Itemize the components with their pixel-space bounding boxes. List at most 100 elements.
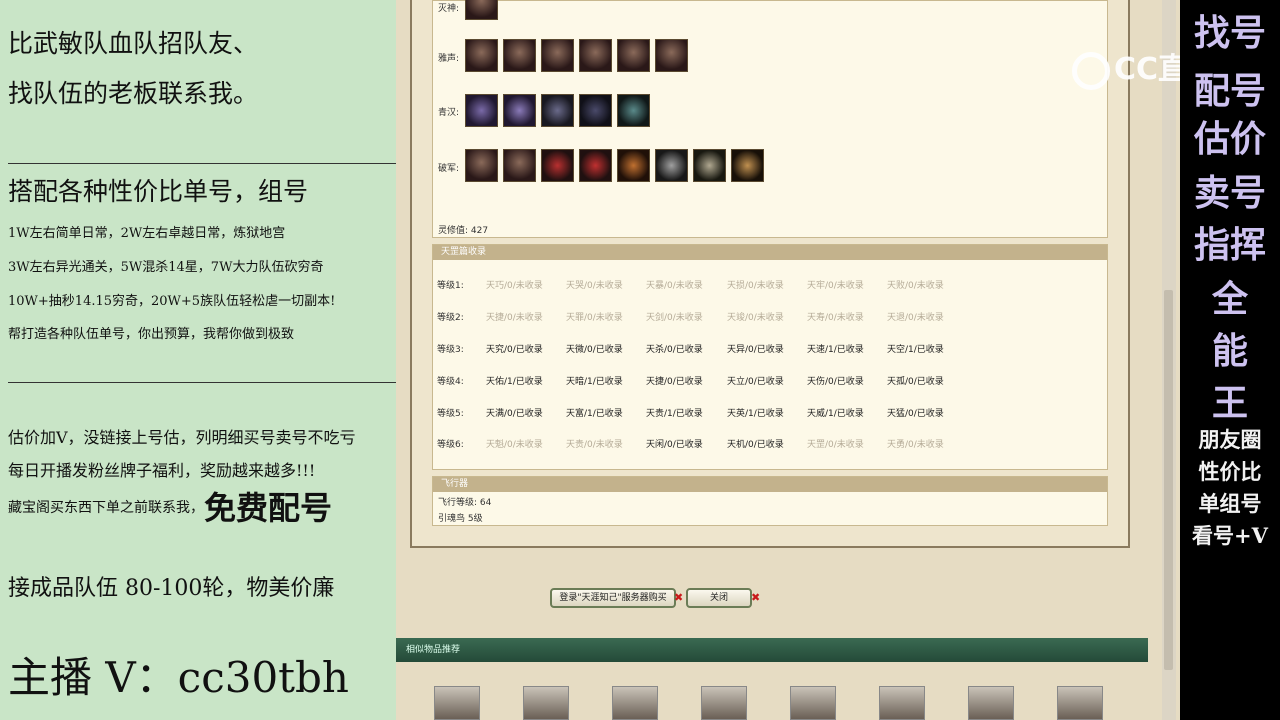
similar-item-thumb[interactable] bbox=[701, 686, 747, 720]
promo-word: 卖号 bbox=[1193, 172, 1266, 214]
row-label: 雅声: bbox=[438, 54, 460, 64]
tiangang-entry: 天闲/0/已收录 bbox=[646, 440, 703, 450]
row-label: 灭神: bbox=[438, 4, 460, 14]
close-button[interactable]: 关闭 bbox=[686, 588, 752, 608]
vertical-scrollbar[interactable] bbox=[1162, 0, 1176, 720]
equipment-slot[interactable] bbox=[617, 39, 650, 72]
tiangang-entry: 天寿/0/未收录 bbox=[807, 313, 864, 323]
tiangang-entry: 天牢/0/未收录 bbox=[807, 281, 864, 291]
similar-item-thumb[interactable] bbox=[790, 686, 836, 720]
equipment-slot[interactable] bbox=[579, 94, 612, 127]
promo-line: 藏宝阁买东西下单之前联系我，免费配号 bbox=[8, 490, 332, 526]
free-pairing-text: 免费配号 bbox=[204, 489, 333, 527]
tiangang-box: 天罡篇收录 等级1: 天巧/0/未收录 天哭/0/未收录 天暴/0/未收录 天损/0/未… bbox=[432, 244, 1108, 470]
similar-item-thumb[interactable] bbox=[612, 686, 658, 720]
tiangang-level-label: 等级1: bbox=[437, 281, 464, 291]
item-detail-frame: 灭神: 雅声: 青汉: 破军: 灵修值: 427 天罡篇收录 等级1: 天巧/0… bbox=[410, 0, 1130, 548]
tiangang-entry: 天巧/0/未收录 bbox=[486, 281, 543, 291]
promo-panel-left: 比武敏队血队招队友、 找队伍的老板联系我。 搭配各种性价比单号，组号 1W左右简… bbox=[0, 0, 396, 720]
tiangang-entry: 天暴/0/未收录 bbox=[646, 281, 703, 291]
flight-box: 飞行器 飞行等级: 64 引魂鸟 5级 bbox=[432, 476, 1108, 526]
promo-word: 配号 bbox=[1193, 70, 1266, 112]
promo-line: 每日开播发粉丝牌子福利，奖励越来越多!!! bbox=[8, 461, 316, 480]
tiangang-level-label: 等级5: bbox=[437, 409, 464, 419]
streamer-contact: 主播 V：cc30tbh bbox=[8, 653, 349, 702]
promo-word: 性价比 bbox=[1198, 459, 1262, 484]
promo-word: 全 bbox=[1211, 278, 1248, 320]
similar-items-header: 相似物品推荐 bbox=[396, 638, 1148, 662]
tiangang-entry: 天威/1/已收录 bbox=[807, 409, 864, 419]
promo-word: 找号 bbox=[1193, 12, 1266, 54]
lingxiu-value: 灵修值: 427 bbox=[438, 226, 489, 236]
similar-item-thumb[interactable] bbox=[434, 686, 480, 720]
promo-word: 看号+V bbox=[1192, 523, 1268, 548]
equipment-slot[interactable] bbox=[465, 0, 498, 20]
tiangang-level-label: 等级3: bbox=[437, 345, 464, 355]
flight-engine: 引魂鸟 5级 bbox=[438, 514, 483, 524]
tiangang-entry: 天魁/0/未收录 bbox=[486, 440, 543, 450]
login-buy-button[interactable]: 登录"天涯知己"服务器购买 bbox=[550, 588, 676, 608]
equipment-slot[interactable] bbox=[579, 39, 612, 72]
equipment-slot[interactable] bbox=[503, 39, 536, 72]
similar-item-thumb[interactable] bbox=[1057, 686, 1103, 720]
tiangang-entry: 天满/0/已收录 bbox=[486, 409, 543, 419]
tiangang-entry: 天机/0/已收录 bbox=[727, 440, 784, 450]
tiangang-entry: 天伤/0/已收录 bbox=[807, 377, 864, 387]
equipment-slot[interactable] bbox=[655, 149, 688, 182]
promo-line: 1W左右简单日常，2W左右卓越日常，炼狱地宫 bbox=[8, 226, 286, 241]
similar-item-thumb[interactable] bbox=[879, 686, 925, 720]
tiangang-entry: 天富/1/已收录 bbox=[566, 409, 623, 419]
equipment-slot[interactable] bbox=[503, 149, 536, 182]
similar-item-thumb[interactable] bbox=[968, 686, 1014, 720]
similar-item-thumb[interactable] bbox=[523, 686, 569, 720]
promo-line: 接成品队伍 80-100轮，物美价廉 bbox=[8, 576, 335, 601]
promo-word: 王 bbox=[1211, 382, 1248, 424]
tiangang-entry: 天罡/0/未收录 bbox=[807, 440, 864, 450]
tiangang-entry: 天究/0/已收录 bbox=[486, 345, 543, 355]
tiangang-entry: 天哭/0/未收录 bbox=[566, 281, 623, 291]
tiangang-entry: 天速/1/已收录 bbox=[807, 345, 864, 355]
flight-level: 飞行等级: 64 bbox=[438, 498, 492, 508]
equipment-slot[interactable] bbox=[693, 149, 726, 182]
divider bbox=[8, 382, 396, 383]
tiangang-entry: 天空/1/已收录 bbox=[887, 345, 944, 355]
equipment-slot[interactable] bbox=[655, 39, 688, 72]
promo-word: 估价 bbox=[1193, 118, 1266, 160]
tiangang-entry: 天孤/0/已收录 bbox=[887, 377, 944, 387]
close-icon: ✖ bbox=[674, 591, 684, 604]
tiangang-entry: 天败/0/未收录 bbox=[887, 281, 944, 291]
equipment-slot[interactable] bbox=[503, 94, 536, 127]
promo-line: 估价加V，没链接上号估，列明细买号卖号不吃亏 bbox=[8, 428, 356, 447]
row-label: 青汉: bbox=[438, 108, 460, 118]
tiangang-entry: 天竣/0/未收录 bbox=[727, 313, 784, 323]
tiangang-entry: 天贵/0/未收录 bbox=[566, 440, 623, 450]
promo-line: 比武敏队血队招队友、 bbox=[8, 29, 259, 58]
tiangang-entry: 天损/0/未收录 bbox=[727, 281, 784, 291]
promo-text: 藏宝阁买东西下单之前联系我， bbox=[8, 500, 204, 516]
equipment-slot[interactable] bbox=[579, 149, 612, 182]
equipment-slot[interactable] bbox=[465, 94, 498, 127]
tiangang-entry: 天异/0/已收录 bbox=[727, 345, 784, 355]
equipment-slot[interactable] bbox=[541, 94, 574, 127]
promo-word: 朋友圈 bbox=[1198, 427, 1262, 452]
equipment-slot[interactable] bbox=[731, 149, 764, 182]
cc-logo-icon bbox=[1072, 51, 1110, 90]
row-label: 破军: bbox=[438, 164, 460, 174]
equipment-slot[interactable] bbox=[465, 149, 498, 182]
equipment-slot[interactable] bbox=[541, 149, 574, 182]
promo-line: 3W左右异光通关，5W混杀14星，7W大力队伍砍穷奇 bbox=[8, 260, 324, 275]
tiangang-entry: 天杀/0/已收录 bbox=[646, 345, 703, 355]
tiangang-entry: 天猛/0/已收录 bbox=[887, 409, 944, 419]
equipment-slot[interactable] bbox=[541, 39, 574, 72]
item-detail-window: 灭神: 雅声: 青汉: 破军: 灵修值: 427 天罡篇收录 等级1: 天巧/0… bbox=[396, 0, 1180, 720]
tiangang-entry: 天英/1/已收录 bbox=[727, 409, 784, 419]
equipment-slot[interactable] bbox=[465, 39, 498, 72]
scrollbar-thumb[interactable] bbox=[1164, 290, 1173, 670]
tiangang-entry: 天剑/0/未收录 bbox=[646, 313, 703, 323]
tiangang-entry: 天贵/1/已收录 bbox=[646, 409, 703, 419]
promo-word: 指挥 bbox=[1193, 224, 1266, 266]
tiangang-entry: 天罪/0/未收录 bbox=[566, 313, 623, 323]
tiangang-entry: 天立/0/已收录 bbox=[727, 377, 784, 387]
equipment-slot[interactable] bbox=[617, 149, 650, 182]
equipment-slot[interactable] bbox=[617, 94, 650, 127]
